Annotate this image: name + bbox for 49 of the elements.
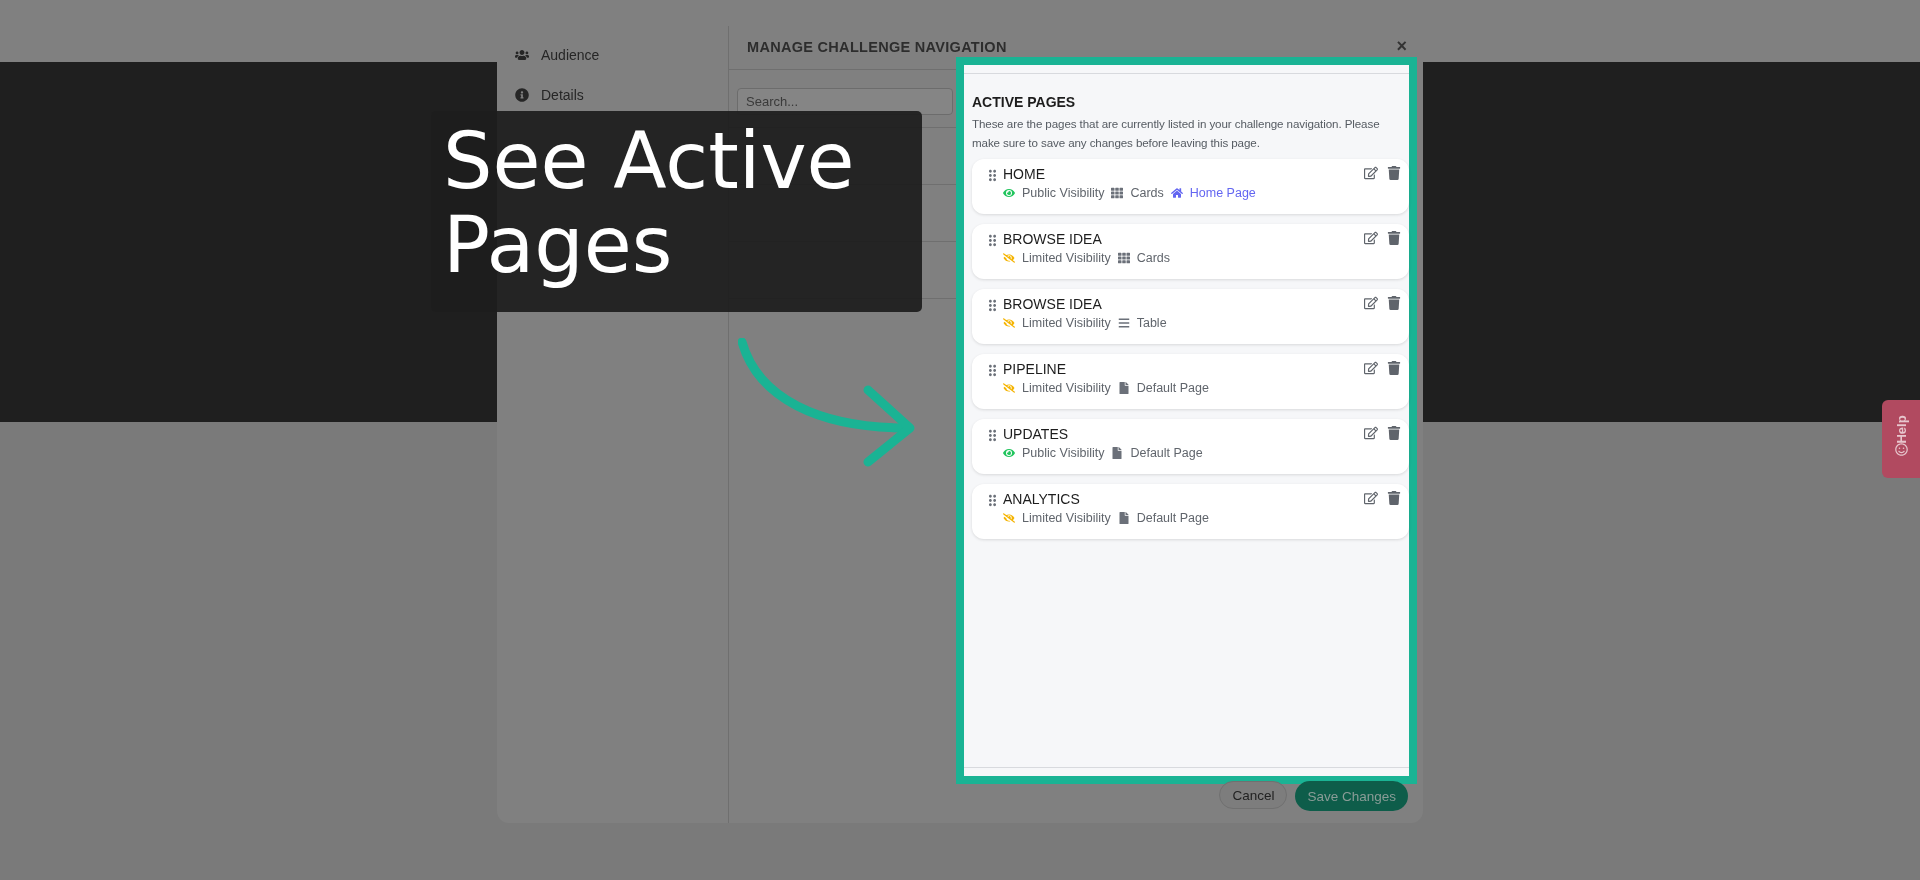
visibility-label: Limited Visibility [1022, 251, 1111, 265]
page-name: HOME [1003, 166, 1046, 182]
page-card[interactable]: HOME Public Visibility Cards Home Page [972, 159, 1409, 214]
page-card[interactable]: ANALYTICS Limited Visibility Default Page [972, 484, 1409, 539]
modal-title: MANAGE CHALLENGE NAVIGATION [747, 39, 1007, 56]
visibility-label: Public Visibility [1022, 446, 1105, 460]
layout-label: Table [1136, 316, 1167, 330]
page-card[interactable]: UPDATES Public Visibility Default Page [972, 419, 1409, 474]
smiley-icon [1894, 443, 1908, 456]
sidebar-item[interactable]: Audience [497, 39, 728, 71]
page-card[interactable]: BROWSE IDEA Limited Visibility Cards [972, 224, 1409, 279]
sidebar-item[interactable]: Details [497, 79, 728, 111]
layout-label: Default Page [1136, 511, 1209, 525]
visibility-label: Limited Visibility [1022, 381, 1111, 395]
layout-label: Default Page [1130, 446, 1203, 460]
page-name: BROWSE IDEA [1003, 231, 1103, 247]
delete-button[interactable] [1387, 231, 1401, 247]
edit-button[interactable] [1364, 491, 1378, 507]
delete-button[interactable] [1387, 296, 1401, 312]
sidebar-label: Details [541, 87, 584, 103]
delete-button[interactable] [1387, 491, 1401, 507]
people-icon [515, 48, 529, 62]
delete-button[interactable] [1387, 426, 1401, 442]
visibility-label: Public Visibility [1022, 186, 1105, 200]
edit-button[interactable] [1364, 361, 1378, 377]
layout-label: Cards [1130, 186, 1164, 200]
home-page-label: Home Page [1189, 186, 1256, 200]
page-name: PIPELINE [1003, 361, 1068, 377]
delete-button[interactable] [1387, 166, 1401, 182]
edit-button[interactable] [1364, 166, 1378, 182]
page-name: ANALYTICS [1003, 491, 1081, 507]
page-name: BROWSE IDEA [1003, 296, 1103, 312]
section-heading: ACTIVE PAGES [972, 94, 1077, 110]
edit-button[interactable] [1364, 426, 1378, 442]
page-card[interactable]: BROWSE IDEA Limited Visibility Table [972, 289, 1409, 344]
page-card[interactable]: PIPELINE Limited Visibility Default Page [972, 354, 1409, 409]
delete-button[interactable] [1387, 361, 1401, 377]
layout-label: Cards [1136, 251, 1171, 265]
edit-button[interactable] [1364, 296, 1378, 312]
section-description: These are the pages that are currently listed in your challenge navigation. Please make sure to save any changes before leaving this page. [972, 116, 1381, 151]
sidebar-label: Audience [541, 47, 600, 63]
edit-button[interactable] [1364, 231, 1378, 247]
page-name: UPDATES [1003, 426, 1070, 442]
visibility-label: Limited Visibility [1022, 316, 1111, 330]
layout-label: Default Page [1136, 381, 1209, 395]
visibility-label: Limited Visibility [1022, 511, 1111, 525]
cancel-button[interactable]: Cancel [1219, 781, 1288, 809]
home-icon [1170, 187, 1183, 199]
info-icon [515, 88, 529, 102]
